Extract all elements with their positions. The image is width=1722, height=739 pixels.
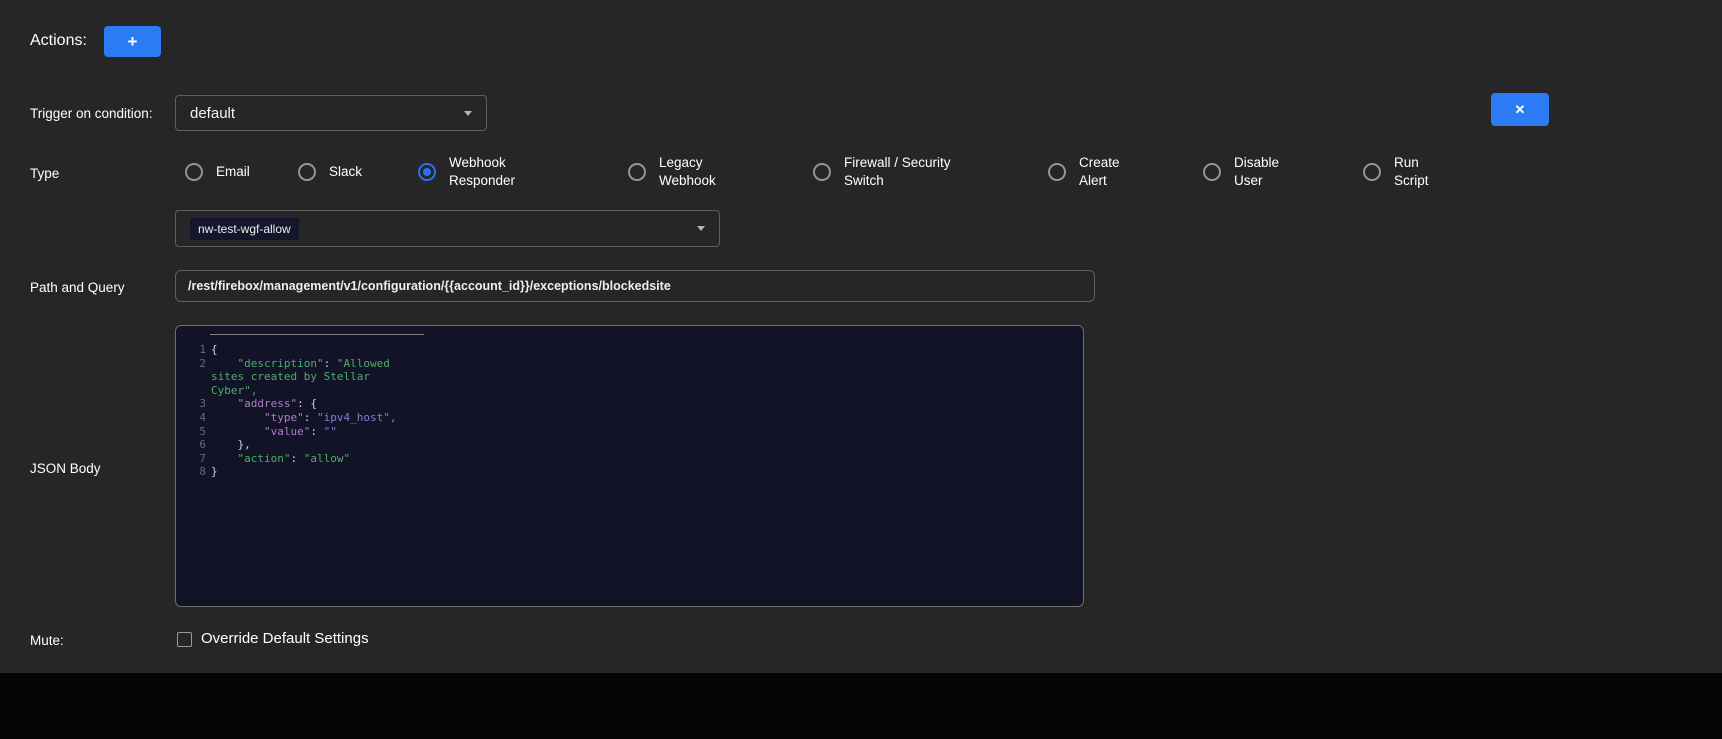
radio-label: Email xyxy=(216,163,250,181)
page: Actions: + Trigger on condition: default… xyxy=(0,0,1722,739)
radio-label: Webhook Responder xyxy=(449,154,535,190)
line-number xyxy=(176,384,206,398)
add-action-button[interactable]: + xyxy=(104,26,161,57)
trigger-condition-label: Trigger on condition: xyxy=(30,106,153,121)
radio-option-slack[interactable]: Slack xyxy=(298,148,418,196)
code-text: { xyxy=(206,343,218,357)
path-query-input[interactable] xyxy=(175,270,1095,302)
override-default-settings-label: Override Default Settings xyxy=(201,630,369,647)
radio-icon xyxy=(1203,163,1221,181)
code-row: Cyber", xyxy=(176,384,1083,398)
radio-icon xyxy=(1363,163,1381,181)
radio-icon xyxy=(813,163,831,181)
code-text: "action": "allow" xyxy=(206,452,350,466)
radio-label: Legacy Webhook xyxy=(659,154,731,190)
radio-icon xyxy=(628,163,646,181)
line-number: 5 xyxy=(176,425,206,439)
line-number: 7 xyxy=(176,452,206,466)
responder-selected-tag: nw-test-wgf-allow xyxy=(190,218,299,240)
radio-label: Slack xyxy=(329,163,362,181)
radio-icon xyxy=(1048,163,1066,181)
editor-top-divider xyxy=(210,334,424,335)
radio-icon xyxy=(298,163,316,181)
radio-option-webhook-responder[interactable]: Webhook Responder xyxy=(418,148,628,196)
radio-option-disable-user[interactable]: Disable User xyxy=(1203,148,1363,196)
line-number: 3 xyxy=(176,397,206,411)
plus-icon: + xyxy=(128,32,138,52)
code-row: 5 "value": "" xyxy=(176,425,1083,439)
code-row: 4 "type": "ipv4_host", xyxy=(176,411,1083,425)
radio-option-email[interactable]: Email xyxy=(185,148,298,196)
radio-label: Run Script xyxy=(1394,154,1440,190)
line-number: 6 xyxy=(176,438,206,452)
override-default-settings-checkbox[interactable] xyxy=(177,632,192,647)
code-text: sites created by Stellar xyxy=(206,370,370,384)
code-text: "address": { xyxy=(206,397,317,411)
code-row: sites created by Stellar xyxy=(176,370,1083,384)
code-row: 2 "description": "Allowed xyxy=(176,357,1083,371)
type-radio-group: Email Slack Webhook Responder Legacy Web… xyxy=(185,148,1483,196)
line-number xyxy=(176,370,206,384)
close-icon: ✕ xyxy=(1515,102,1526,118)
trigger-condition-value: default xyxy=(190,105,235,122)
json-body-label: JSON Body xyxy=(30,461,101,476)
radio-label: Firewall / Security Switch xyxy=(844,154,972,190)
type-label: Type xyxy=(30,166,59,181)
radio-icon xyxy=(185,163,203,181)
chevron-down-icon xyxy=(464,111,472,116)
radio-icon xyxy=(418,163,436,181)
code-row: 3 "address": { xyxy=(176,397,1083,411)
responder-select[interactable]: nw-test-wgf-allow xyxy=(175,210,720,247)
mute-label: Mute: xyxy=(30,633,64,648)
code-text: "description": "Allowed xyxy=(206,357,390,371)
line-number: 2 xyxy=(176,357,206,371)
line-number: 4 xyxy=(176,411,206,425)
code-text: } xyxy=(206,465,218,479)
code-text: Cyber", xyxy=(206,384,257,398)
remove-action-button[interactable]: ✕ xyxy=(1491,93,1549,126)
code-row: 7 "action": "allow" xyxy=(176,452,1083,466)
code-text: }, xyxy=(206,438,251,452)
code-lines: 1{2 "description": "Allowedsites created… xyxy=(176,343,1083,479)
code-text: "value": "" xyxy=(206,425,337,439)
code-row: 6 }, xyxy=(176,438,1083,452)
radio-option-legacy-webhook[interactable]: Legacy Webhook xyxy=(628,148,813,196)
trigger-condition-select[interactable]: default xyxy=(175,95,487,131)
line-number: 1 xyxy=(176,343,206,357)
radio-option-firewall-security-switch[interactable]: Firewall / Security Switch xyxy=(813,148,1048,196)
actions-header-label: Actions: xyxy=(30,32,87,50)
radio-option-run-script[interactable]: Run Script xyxy=(1363,148,1483,196)
radio-option-create-alert[interactable]: Create Alert xyxy=(1048,148,1203,196)
actions-panel: Actions: + Trigger on condition: default… xyxy=(0,0,1722,673)
code-row: 8} xyxy=(176,465,1083,479)
path-query-label: Path and Query xyxy=(30,280,125,295)
json-body-editor[interactable]: 1{2 "description": "Allowedsites created… xyxy=(175,325,1084,607)
code-text: "type": "ipv4_host", xyxy=(206,411,396,425)
code-row: 1{ xyxy=(176,343,1083,357)
line-number: 8 xyxy=(176,465,206,479)
radio-label: Create Alert xyxy=(1079,154,1131,190)
radio-label: Disable User xyxy=(1234,154,1290,190)
chevron-down-icon xyxy=(697,226,705,231)
